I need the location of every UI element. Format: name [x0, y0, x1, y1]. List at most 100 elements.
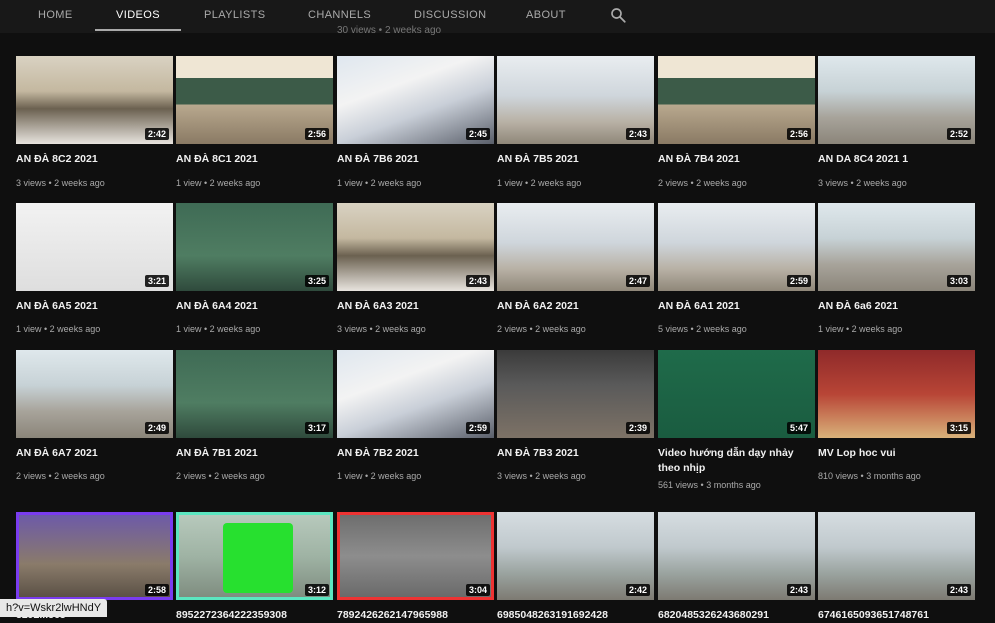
- video-thumbnail[interactable]: 3:17: [176, 350, 333, 438]
- video-thumbnail[interactable]: 2:43: [818, 512, 975, 600]
- video-meta: 1 view • 2 weeks ago: [176, 324, 260, 334]
- video-thumbnail[interactable]: 2:49: [16, 350, 173, 438]
- video-duration: 2:56: [304, 128, 329, 140]
- video-thumbnail[interactable]: 2:45: [337, 56, 494, 144]
- video-thumbnail[interactable]: 2:43: [658, 512, 815, 600]
- video-title[interactable]: AN ĐÀ 7B3 2021: [497, 446, 654, 461]
- upload-age: 2 weeks ago: [535, 471, 586, 481]
- video-thumbnail[interactable]: 2:59: [658, 203, 815, 291]
- video-thumbnail[interactable]: 2:42: [16, 56, 173, 144]
- upload-age: 2 weeks ago: [696, 178, 747, 188]
- video-thumbnail[interactable]: 2:56: [658, 56, 815, 144]
- video-thumbnail[interactable]: 2:56: [176, 56, 333, 144]
- video-title[interactable]: AN ĐÀ 6A4 2021: [176, 299, 333, 314]
- video-title[interactable]: AN ĐÀ 8C1 2021: [176, 152, 333, 167]
- meta-separator: •: [848, 178, 857, 188]
- video-title[interactable]: AN ĐÀ 6A3 2021: [337, 299, 494, 314]
- video-card[interactable]: 2:56 AN ĐÀ 8C1 2021 1 view • 2 weeks ago: [176, 56, 333, 196]
- video-title[interactable]: MV Lop hoc vui: [818, 446, 975, 461]
- video-title[interactable]: 6746165093651748761: [818, 608, 975, 623]
- video-title[interactable]: AN ĐÀ 8C2 2021: [16, 152, 173, 167]
- video-title[interactable]: AN ĐÀ 7B4 2021: [658, 152, 815, 167]
- video-card[interactable]: 3:12 8952272364222359308: [176, 512, 333, 621]
- video-title[interactable]: AN ĐÀ 6a6 2021: [818, 299, 975, 314]
- video-card[interactable]: 3:17 AN ĐÀ 7B1 2021 2 views • 2 weeks ago: [176, 350, 333, 490]
- video-card[interactable]: 2:39 AN ĐÀ 7B3 2021 3 views • 2 weeks ago: [497, 350, 654, 490]
- video-title[interactable]: AN ĐÀ 6A5 2021: [16, 299, 173, 314]
- video-thumbnail[interactable]: 2:52: [818, 56, 975, 144]
- video-thumbnail[interactable]: 2:47: [497, 203, 654, 291]
- video-title[interactable]: AN DA 8C4 2021 1: [818, 152, 975, 167]
- meta-separator: •: [522, 178, 531, 188]
- video-duration: 3:04: [465, 584, 490, 596]
- video-thumbnail[interactable]: 3:12: [176, 512, 333, 600]
- video-thumbnail[interactable]: 5:47: [658, 350, 815, 438]
- meta-separator: •: [46, 471, 55, 481]
- video-duration: 3:03: [946, 275, 971, 287]
- video-title[interactable]: Video hướng dẫn dạy nhảy theo nhịp: [658, 446, 815, 476]
- video-thumbnail[interactable]: 3:15: [818, 350, 975, 438]
- tab-playlists[interactable]: PLAYLISTS: [204, 0, 265, 33]
- meta-separator: •: [206, 471, 215, 481]
- video-duration: 2:47: [625, 275, 650, 287]
- meta-separator: •: [843, 324, 852, 334]
- video-thumbnail[interactable]: 2:59: [337, 350, 494, 438]
- video-card[interactable]: 3:21 AN ĐÀ 6A5 2021 1 view • 2 weeks ago: [16, 203, 173, 343]
- video-thumbnail[interactable]: 3:25: [176, 203, 333, 291]
- video-title[interactable]: AN ĐÀ 7B1 2021: [176, 446, 333, 461]
- video-card[interactable]: 2:45 AN ĐÀ 7B6 2021 1 view • 2 weeks ago: [337, 56, 494, 196]
- video-title[interactable]: 7892426262147965988: [337, 608, 494, 623]
- video-duration: 3:25: [304, 275, 329, 287]
- video-title[interactable]: AN ĐÀ 6A7 2021: [16, 446, 173, 461]
- video-card[interactable]: 3:15 MV Lop hoc vui 810 views • 3 months a…: [818, 350, 975, 490]
- video-card[interactable]: 2:52 AN DA 8C4 2021 1 3 views • 2 weeks ag…: [818, 56, 975, 196]
- tab-home[interactable]: HOME: [38, 0, 72, 33]
- video-title[interactable]: AN ĐÀ 6A2 2021: [497, 299, 654, 314]
- video-duration: 2:56: [786, 128, 811, 140]
- video-thumbnail[interactable]: 3:03: [818, 203, 975, 291]
- video-card[interactable]: 2:56 AN ĐÀ 7B4 2021 2 views • 2 weeks ago: [658, 56, 815, 196]
- upload-age: 2 weeks ago: [370, 471, 422, 481]
- video-title[interactable]: AN ĐÀ 6A1 2021: [658, 299, 815, 314]
- video-card[interactable]: 2:42 AN ĐÀ 8C2 2021 3 views • 2 weeks ago: [16, 56, 173, 196]
- meta-separator: •: [41, 324, 50, 334]
- video-thumbnail[interactable]: 3:21: [16, 203, 173, 291]
- tab-videos[interactable]: VIDEOS: [95, 0, 181, 33]
- meta-separator: •: [688, 178, 697, 188]
- video-thumbnail[interactable]: 2:42: [497, 512, 654, 600]
- video-thumbnail[interactable]: 2:58: [16, 512, 173, 600]
- video-thumbnail[interactable]: 2:39: [497, 350, 654, 438]
- video-meta: 1 view • 2 weeks ago: [337, 471, 421, 481]
- video-title[interactable]: AN ĐÀ 7B2 2021: [337, 446, 494, 461]
- video-card[interactable]: 2:59 AN ĐÀ 6A1 2021 5 views • 2 weeks ago: [658, 203, 815, 343]
- video-title[interactable]: AN ĐÀ 7B6 2021: [337, 152, 494, 167]
- view-count: 5 views: [658, 324, 689, 334]
- video-card[interactable]: 2:43 AN ĐÀ 6A3 2021 3 views • 2 weeks ago: [337, 203, 494, 343]
- tab-about[interactable]: ABOUT: [526, 0, 566, 33]
- view-count: 3 views: [497, 471, 528, 481]
- video-card[interactable]: 2:43 AN ĐÀ 7B5 2021 1 view • 2 weeks ago: [497, 56, 654, 196]
- video-card[interactable]: 2:59 AN ĐÀ 7B2 2021 1 view • 2 weeks ago: [337, 350, 494, 490]
- video-card[interactable]: 2:43 6746165093651748761: [818, 512, 975, 621]
- video-card[interactable]: 2:47 AN ĐÀ 6A2 2021 2 views • 2 weeks ago: [497, 203, 654, 343]
- video-thumbnail[interactable]: 2:43: [497, 56, 654, 144]
- video-card[interactable]: 3:04 7892426262147965988: [337, 512, 494, 621]
- view-count: 1 view: [337, 471, 363, 481]
- view-count: 1 view: [176, 324, 202, 334]
- video-title[interactable]: AN ĐÀ 7B5 2021: [497, 152, 654, 167]
- video-title[interactable]: 8952272364222359308: [176, 608, 333, 623]
- video-card[interactable]: 2:49 AN ĐÀ 6A7 2021 2 views • 2 weeks ago: [16, 350, 173, 490]
- video-card[interactable]: 2:43 6820485326243680291: [658, 512, 815, 621]
- video-duration: 2:49: [144, 422, 169, 434]
- video-title[interactable]: 6820485326243680291: [658, 608, 815, 623]
- search-icon[interactable]: [609, 6, 627, 24]
- video-meta: 3 views • 2 weeks ago: [16, 178, 105, 188]
- video-thumbnail[interactable]: 3:04: [337, 512, 494, 600]
- video-card[interactable]: 2:42 6985048263191692428: [497, 512, 654, 621]
- video-thumbnail[interactable]: 2:43: [337, 203, 494, 291]
- video-card[interactable]: 3:25 AN ĐÀ 6A4 2021 1 view • 2 weeks ago: [176, 203, 333, 343]
- video-card[interactable]: 5:47 Video hướng dẫn dạy nhảy theo nhịp 56…: [658, 350, 815, 490]
- video-title[interactable]: 6985048263191692428: [497, 608, 654, 623]
- video-card[interactable]: 3:03 AN ĐÀ 6a6 2021 1 view • 2 weeks ago: [818, 203, 975, 343]
- video-duration: 2:39: [625, 422, 650, 434]
